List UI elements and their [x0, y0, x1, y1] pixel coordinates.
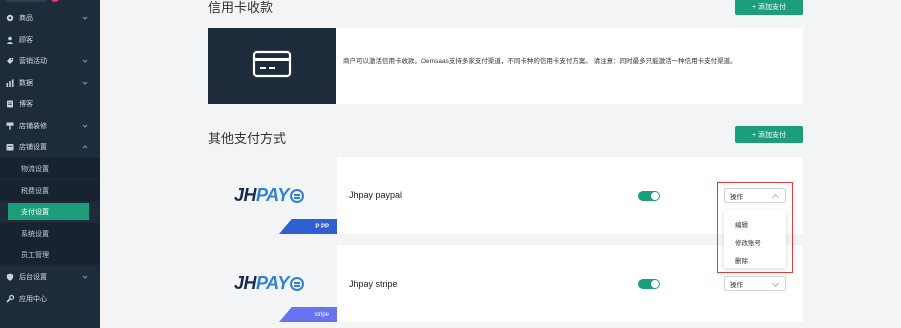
- card-stack-icon: [289, 276, 304, 291]
- sidebar-item-label: 数据: [19, 79, 33, 87]
- other-payments-section-title: 其他支付方式: [208, 131, 287, 146]
- add-credit-card-payment-button[interactable]: + 添加支付: [735, 0, 803, 15]
- sidebar-item-store-design[interactable]: 店铺装修: [0, 115, 100, 136]
- credit-card-section-title: 信用卡收款: [208, 0, 274, 15]
- credit-card-icon-box: [208, 28, 336, 104]
- main-content: 信用卡收款 + 添加支付 商户可以激活信用卡收款。Oemsaas支持多家支付渠道…: [100, 0, 901, 328]
- sidebar-item-label: 店铺装修: [19, 122, 47, 130]
- sidebar-item-label: 博客: [19, 100, 33, 108]
- chevron-down-icon: [82, 123, 88, 129]
- credit-card-info-card: 商户可以激活信用卡收款。Oemsaas支持多家支付渠道，不同卡种的信用卡支付方案…: [208, 28, 803, 104]
- chevron-down-icon: [82, 274, 88, 280]
- sidebar-item-label: 营销活动: [19, 57, 47, 65]
- add-other-payment-button[interactable]: + 添加支付: [735, 126, 803, 143]
- brush-icon: [6, 122, 14, 130]
- stripe-badge: stripe: [279, 307, 337, 322]
- bar-chart-icon: [6, 79, 14, 87]
- enable-toggle[interactable]: [638, 191, 660, 201]
- sidebar-item-label: 后台设置: [19, 273, 47, 281]
- highlight-box: [717, 182, 793, 273]
- sidebar-subitem-label: 支付设置: [21, 208, 49, 216]
- sidebar-item-customers[interactable]: 顾客: [0, 29, 100, 50]
- sidebar-item-data[interactable]: 数据: [0, 72, 100, 93]
- payment-method-card-stripe: JH PAY stripe Jhpay stripe 操作: [208, 245, 803, 322]
- shield-icon: [6, 273, 14, 281]
- sidebar-subitem-shipping[interactable]: 物流设置: [0, 158, 100, 179]
- sidebar-subitem-label: 系统设置: [21, 230, 49, 238]
- chevron-down-icon: [771, 279, 780, 288]
- jhpay-logo: JH PAY: [234, 185, 304, 206]
- jhpay-paypal-logo: JH PAY P PP: [208, 157, 337, 234]
- payment-method-name: Jhpay stripe: [349, 279, 398, 289]
- sidebar-item-backend-settings[interactable]: 后台设置: [0, 266, 100, 287]
- credit-card-icon: [252, 50, 292, 83]
- sidebar-item-label: 商品: [19, 14, 33, 22]
- chevron-down-icon: [82, 58, 88, 64]
- paypal-badge: P PP: [279, 219, 337, 234]
- box-icon: [6, 14, 14, 22]
- tag-icon: [6, 57, 14, 65]
- payment-method-card-paypal: JH PAY P PP Jhpay paypal 操作: [208, 157, 803, 234]
- sidebar-item-label: 顾客: [19, 36, 33, 44]
- document-icon: [6, 100, 14, 108]
- sidebar-item-blog[interactable]: 博客: [0, 93, 100, 114]
- shop-icon: [6, 143, 14, 151]
- sidebar-subitem-tax[interactable]: 税费设置: [0, 180, 100, 201]
- sidebar-item-app-center[interactable]: 应用中心: [0, 288, 100, 309]
- jhpay-stripe-logo: JH PAY stripe: [208, 245, 337, 322]
- action-select[interactable]: 操作: [724, 276, 786, 291]
- sidebar-subitem-staff[interactable]: 员工管理: [0, 244, 100, 265]
- logo-text-pay: PAY: [256, 185, 289, 205]
- credit-card-description: 商户可以激活信用卡收款。Oemsaas支持多家支付渠道，不同卡种的信用卡支付方案…: [343, 58, 737, 65]
- jhpay-logo: JH PAY: [234, 273, 304, 294]
- notification-dot: [50, 0, 60, 2]
- logo-text-pay: PAY: [256, 273, 289, 293]
- sidebar: 商品 顾客 营销活动 数据 博客 店铺装修 店铺设置 物流设置 税费设置 支付设…: [0, 0, 100, 328]
- chevron-down-icon: [82, 15, 88, 21]
- user-icon: [6, 36, 14, 44]
- card-stack-icon: [289, 188, 304, 203]
- enable-toggle[interactable]: [638, 279, 660, 289]
- sidebar-top-fragment: [6, 0, 94, 4]
- logo-text-jh: JH: [234, 273, 257, 293]
- sidebar-subitem-label: 员工管理: [21, 251, 49, 259]
- sidebar-item-marketing[interactable]: 营销活动: [0, 50, 100, 71]
- sidebar-top-bar: [6, 0, 46, 2]
- chevron-down-icon: [82, 80, 88, 86]
- sidebar-item-label: 应用中心: [19, 295, 47, 303]
- sidebar-subitem-system[interactable]: 系统设置: [0, 223, 100, 244]
- payment-method-name: Jhpay paypal: [349, 190, 403, 200]
- sidebar-item-products[interactable]: 商品: [0, 7, 100, 28]
- sidebar-item-store-settings[interactable]: 店铺设置: [0, 136, 100, 157]
- action-select-value: 操作: [730, 281, 743, 289]
- sidebar-item-label: 店铺设置: [19, 143, 47, 151]
- sidebar-subitem-payment[interactable]: 支付设置: [8, 203, 89, 220]
- sidebar-subitem-label: 物流设置: [21, 165, 49, 173]
- sidebar-subitem-label: 税费设置: [21, 187, 49, 195]
- wrench-icon: [6, 294, 14, 303]
- chevron-up-icon: [82, 144, 88, 150]
- logo-text-jh: JH: [234, 185, 257, 205]
